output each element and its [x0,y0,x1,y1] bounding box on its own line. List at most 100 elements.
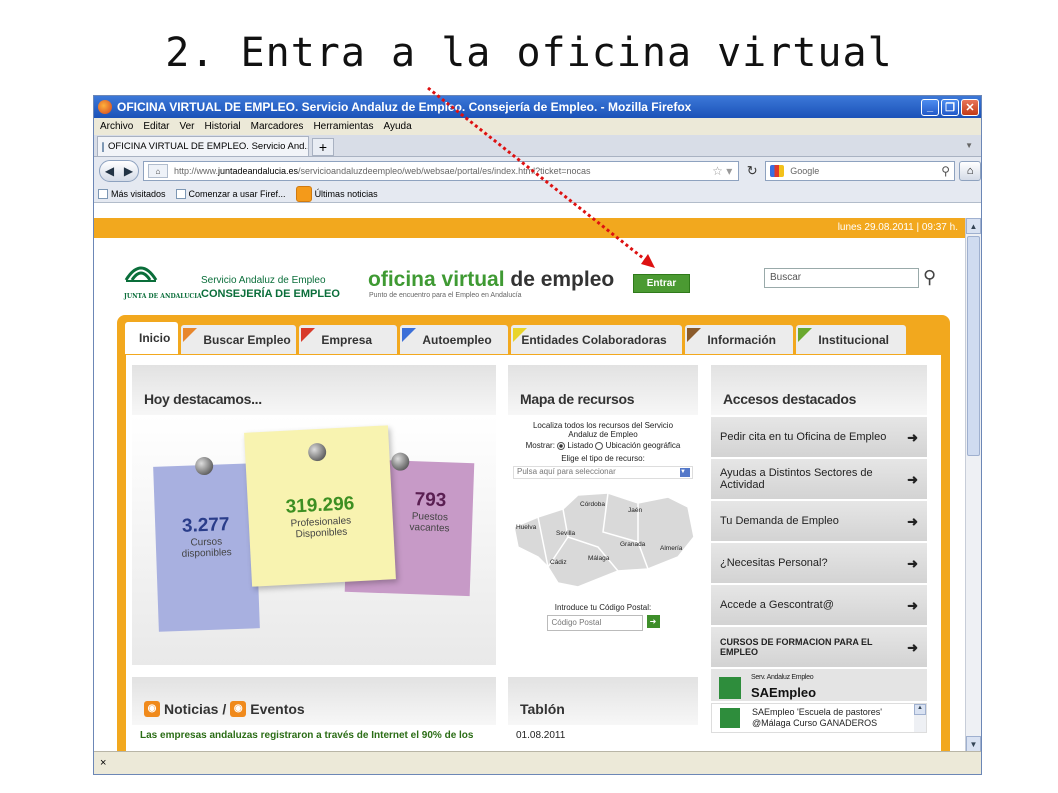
news-heading: ◉ Noticias / ◉ Eventos [132,677,496,725]
date-time: lunes 29.08.2011 | 09:37 h. [94,218,966,238]
saempleo-tweet[interactable]: SAEmpleo 'Escuela de pastores' @Málaga C… [711,703,927,733]
scroll-up-icon[interactable]: ▲ [966,218,981,234]
reload-icon[interactable]: ↻ [743,161,761,181]
site-header: JUNTA DE ANDALUCIA Servicio Andaluz de E… [94,238,966,312]
map-label-granada: Granada [620,541,646,548]
acceso-pedir-cita[interactable]: Pedir cita en tu Oficina de Empleo ➜ [711,417,927,457]
back-arrow-icon[interactable]: ◀ [105,164,114,178]
menu-archivo[interactable]: Archivo [100,121,133,132]
resource-select[interactable]: Pulsa aquí para seleccionar ▼ [513,466,693,479]
junta-logo-icon [124,266,158,282]
bookmark-mas-visitados[interactable]: Más visitados [98,188,166,199]
close-button[interactable]: ✕ [961,98,979,116]
andalucia-map[interactable]: Córdoba Jaén Huelva Sevilla Granada Alme… [508,487,698,597]
url-text: http://www.juntadeandalucia.es/servicioa… [173,166,591,176]
back-forward-buttons[interactable]: ◀ ▶ [99,160,139,182]
browser-tab[interactable]: OFICINA VIRTUAL DE EMPLEO. Servicio And.… [97,136,309,156]
map-label-cordoba: Córdoba [580,501,605,508]
menu-marcadores[interactable]: Marcadores [251,121,304,132]
tab-inicio[interactable]: Inicio [125,322,179,354]
minimize-button[interactable]: _ [921,98,939,116]
tab-flag-icon [798,328,813,342]
note-cursos[interactable]: 3.277 Cursos disponibles [153,456,260,632]
tab-autoempleo[interactable]: Autoempleo [400,325,509,354]
page-icon [175,188,186,199]
browser-tab-label: OFICINA VIRTUAL DE EMPLEO. Servicio And.… [108,141,309,152]
tab-informacion[interactable]: Información [685,325,794,354]
tablon-heading: Tablón [508,677,698,725]
pushpin-icon [307,442,327,462]
navigation-toolbar: ◀ ▶ ⌂ http://www.juntadeandalucia.es/ser… [94,157,981,185]
radio-listado[interactable] [557,441,566,450]
postal-code-input[interactable]: Código Postal [546,615,643,631]
home-icon[interactable]: ⌂ [959,161,981,181]
forward-arrow-icon[interactable]: ▶ [124,164,133,178]
pushpin-icon [390,452,410,471]
note-profesionales[interactable]: 319.296 Profesionales Disponibles [244,425,396,587]
acceso-gescontrata[interactable]: Accede a Gescontrat@ ➜ [711,585,927,625]
go-arrow-icon[interactable]: ➜ [646,615,660,628]
tab-entidades-colaboradoras[interactable]: Entidades Colaboradoras [511,325,683,354]
map-label-sevilla: Sevilla [556,530,576,537]
menu-herramientas[interactable]: Herramientas [313,121,373,132]
arrow-right-icon: ➜ [907,514,918,529]
search-icon[interactable]: ⚲ [923,267,936,288]
tweet-scrollbar[interactable]: ▲ [914,704,926,732]
map-intro-2: Andaluz de Empleo [568,430,638,439]
url-bar[interactable]: ⌂ http://www.juntadeandalucia.es/servici… [142,161,740,181]
search-bar-placeholder: Google [790,166,820,176]
acceso-demanda[interactable]: Tu Demanda de Empleo ➜ [711,501,927,541]
map-label-almeria: Almería [660,545,683,552]
site-identity-icon[interactable]: ⌂ [147,164,168,178]
menu-editar[interactable]: Editar [143,121,169,132]
scroll-down-icon[interactable]: ▼ [966,736,981,752]
acceso-cursos-formacion[interactable]: CURSOS DE FORMACION PARA EL EMPLEO ➜ [711,627,927,667]
noticias-label[interactable]: Noticias / [164,701,226,717]
google-engine-icon[interactable] [770,165,785,177]
tablon-date: 01.08.2011 [516,730,566,741]
buscar-input[interactable]: Buscar [764,268,919,288]
bookmark-comenzar[interactable]: Comenzar a usar Firef... [175,188,286,199]
menu-historial[interactable]: Historial [205,121,241,132]
news-headline-link[interactable]: Las empresas andaluzas registraron a tra… [132,725,496,741]
bookmark-star-icon[interactable]: ☆ ▾ [712,164,738,178]
menu-bar: Archivo Editar Ver Historial Marcadores … [94,118,981,135]
saempleo-small: Serv. Andaluz Empleo [751,674,814,681]
saempleo-logo-icon [720,708,740,728]
chevron-down-icon: ▼ [680,468,690,477]
tab-institucional[interactable]: Institucional [796,325,907,354]
logo-sae-line1: Servicio Andaluz de Empleo [201,275,326,286]
maximize-button[interactable]: ❐ [941,98,959,116]
tab-buscar-empleo[interactable]: Buscar Empleo [181,325,297,354]
radio-ubicacion[interactable] [595,441,604,450]
map-body: Localiza todos los recursos del Servicio… [508,415,698,665]
tab-list-chevron-icon[interactable]: ▼ [965,141,973,150]
tab-flag-icon [687,328,702,342]
menu-ver[interactable]: Ver [179,121,194,132]
eventos-label[interactable]: Eventos [250,701,304,717]
entrar-button[interactable]: Entrar [633,274,690,293]
chevron-up-icon[interactable]: ▲ [914,704,926,715]
rss-icon[interactable]: ◉ [230,701,247,717]
bookmark-ultimas-noticias[interactable]: Últimas noticias [295,185,378,202]
acceso-ayudas[interactable]: Ayudas a Distintos Sectores de Actividad… [711,459,927,499]
close-findbar-icon[interactable]: × [100,757,106,769]
page-scrollbar[interactable]: ▲ ▼ [965,218,981,752]
search-bar[interactable]: Google ⚲ [765,161,956,181]
window-titlebar[interactable]: OFICINA VIRTUAL DE EMPLEO. Servicio Anda… [94,96,981,118]
search-icon[interactable]: ⚲ [941,164,950,178]
saempleo-title: SAEmpleo [751,685,817,700]
tab-flag-icon [301,328,316,342]
rss-icon [295,185,312,202]
scroll-thumb[interactable] [967,236,980,456]
tweet-text: SAEmpleo 'Escuela de pastores' @Málaga C… [752,707,883,728]
tab-empresa[interactable]: Empresa [299,325,398,354]
rss-icon[interactable]: ◉ [144,701,160,717]
new-tab-button[interactable]: + [312,138,334,156]
elige-label: Elige el tipo de recurso: [561,454,645,463]
acceso-necesitas-personal[interactable]: ¿Necesitas Personal? ➜ [711,543,927,583]
window-title: OFICINA VIRTUAL DE EMPLEO. Servicio Anda… [117,100,692,114]
saempleo-header[interactable]: Serv. Andaluz Empleo SAEmpleo [711,669,927,701]
menu-ayuda[interactable]: Ayuda [383,121,411,132]
map-heading: Mapa de recursos [508,365,698,415]
